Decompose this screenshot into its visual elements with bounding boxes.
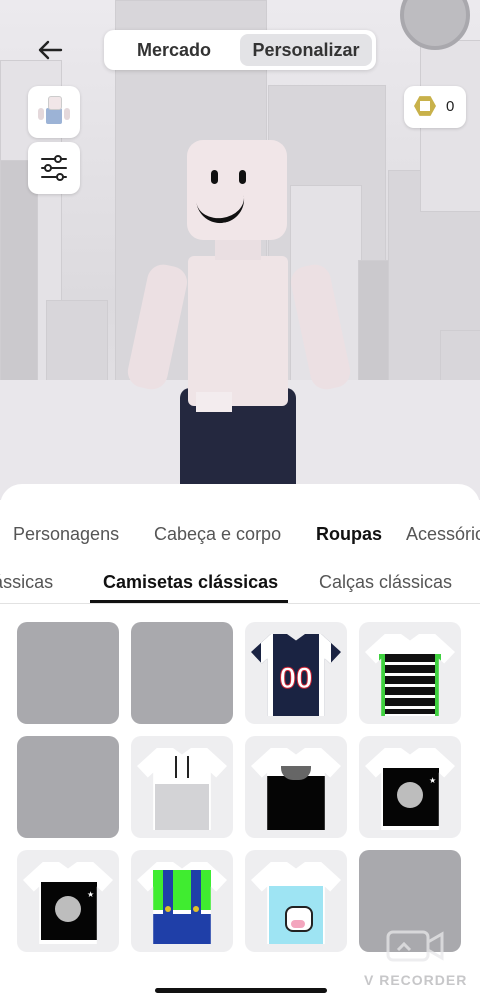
market-customize-toggle: Mercado Personalizar xyxy=(104,30,376,70)
tab-cabeca-e-corpo[interactable]: Cabeça e corpo xyxy=(154,518,281,550)
shirt-item-overalls[interactable] xyxy=(131,850,233,952)
empty-item-slot[interactable] xyxy=(131,622,233,724)
shirt-image: ★ xyxy=(23,862,113,944)
shirt-image: 00 xyxy=(251,634,341,716)
recorder-watermark-icon xyxy=(386,928,446,964)
shirt-item-stripes[interactable] xyxy=(359,622,461,724)
tab-mercado[interactable]: Mercado xyxy=(110,34,238,66)
avatar-smile xyxy=(194,184,248,227)
shirt-image xyxy=(251,862,341,944)
shirt-image: ★ xyxy=(365,748,455,830)
shirt-item-cow-top[interactable] xyxy=(245,850,347,952)
avatar-torso xyxy=(188,256,288,406)
tab-personagens[interactable]: Personagens xyxy=(13,518,119,550)
shirt-image xyxy=(365,634,455,716)
shirt-item-hoodie-white[interactable] xyxy=(131,736,233,838)
tab-acessorios[interactable]: Acessórios xyxy=(406,518,480,550)
subtab-jaquetas-classicas[interactable]: Jaquetas clássicas xyxy=(0,568,53,596)
robux-count: 0 xyxy=(446,98,455,115)
avatar-head xyxy=(187,140,287,240)
avatar-thumbnail-icon xyxy=(48,96,62,110)
tab-roupas[interactable]: Roupas xyxy=(316,518,382,550)
avatar-right-arm xyxy=(288,261,354,393)
home-indicator[interactable] xyxy=(155,988,327,993)
avatar-left-arm xyxy=(124,261,190,393)
back-arrow-icon[interactable] xyxy=(30,30,70,70)
recorder-watermark-text: V RECORDER xyxy=(364,972,468,988)
avatar-eye xyxy=(239,170,246,184)
shirt-item-cat-black[interactable]: ★ xyxy=(17,850,119,952)
robux-icon xyxy=(414,96,436,116)
avatar-eye xyxy=(211,170,218,184)
avatar-thumbnail-icon xyxy=(64,108,70,120)
subtab-divider xyxy=(0,603,480,604)
subtab-camisetas-classicas[interactable]: Camisetas clássicas xyxy=(103,568,278,596)
avatar-neck xyxy=(215,238,261,260)
empty-item-slot[interactable] xyxy=(17,736,119,838)
shirt-image xyxy=(137,748,227,830)
jersey-number: 00 xyxy=(279,662,313,696)
avatar-preview-scene xyxy=(0,0,480,500)
shirt-image xyxy=(251,748,341,830)
filter-settings-button[interactable] xyxy=(28,142,80,194)
robux-balance[interactable]: 0 xyxy=(404,86,466,128)
category-tabs: Personagens Cabeça e corpo Roupas Acessó… xyxy=(0,518,480,550)
avatar-thumbnail-icon xyxy=(46,108,62,124)
tab-personalizar[interactable]: Personalizar xyxy=(240,34,372,66)
shirt-item-jersey[interactable]: 00 xyxy=(245,622,347,724)
shirt-item-hoodie-black[interactable] xyxy=(245,736,347,838)
shirt-image xyxy=(137,862,227,944)
sliders-icon xyxy=(41,155,67,181)
empty-item-slot[interactable] xyxy=(17,622,119,724)
subtab-calcas-classicas[interactable]: Calças clássicas xyxy=(319,568,452,596)
shirt-item-cat-black[interactable]: ★ xyxy=(359,736,461,838)
avatar-thumbnail-button[interactable] xyxy=(28,86,80,138)
avatar-thumbnail-icon xyxy=(38,108,44,120)
avatar-belt xyxy=(196,392,232,412)
avatar-figure xyxy=(0,0,480,500)
